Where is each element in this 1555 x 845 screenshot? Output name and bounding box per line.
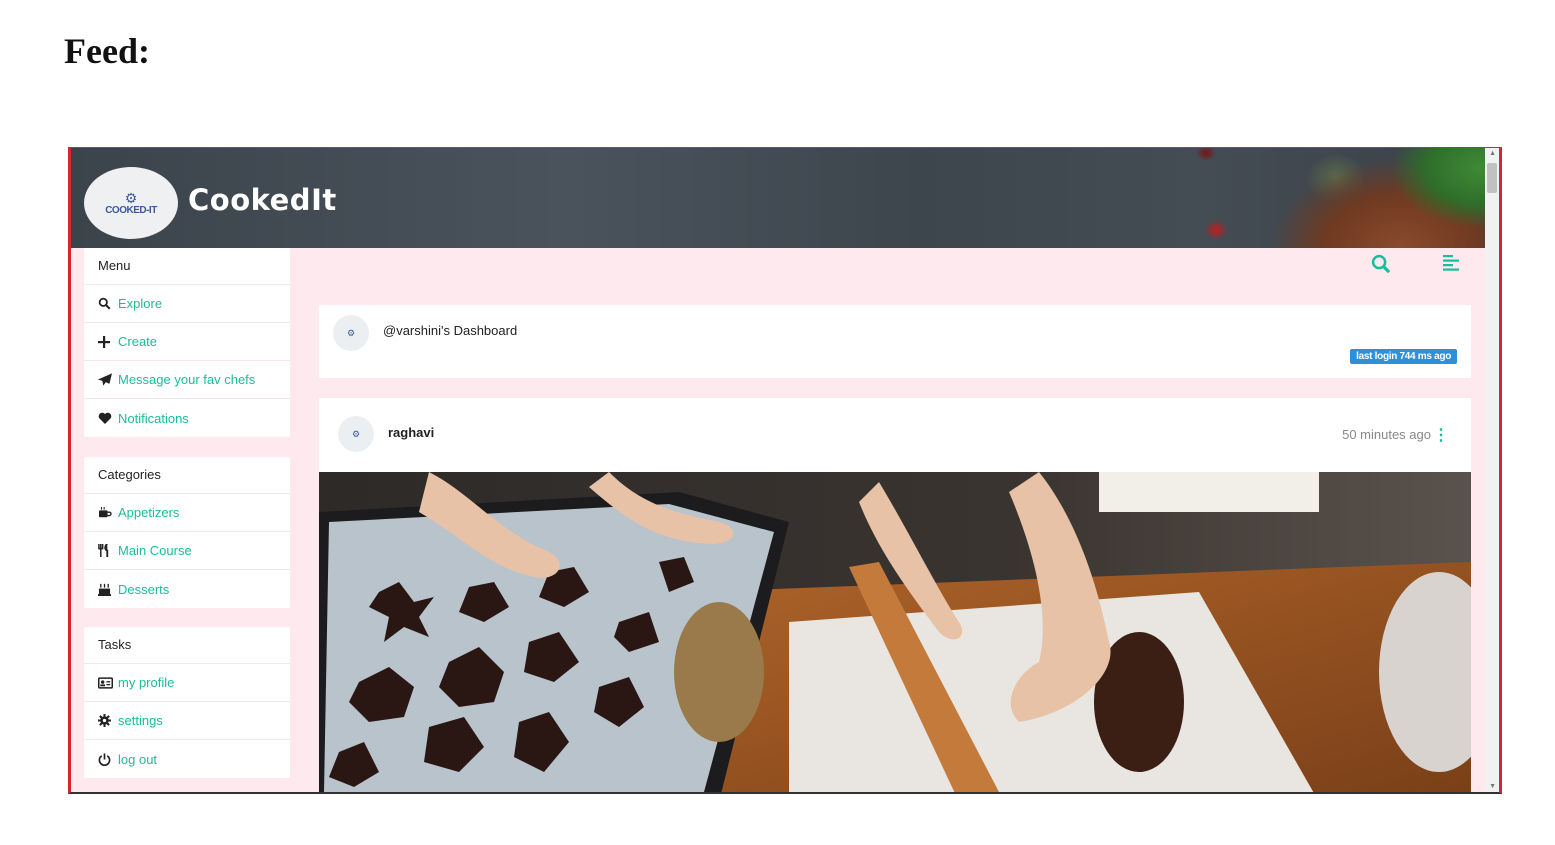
search-icon[interactable] (1371, 254, 1391, 280)
cake-icon (98, 583, 118, 596)
sidebar-categories: Categories Appetizers Main Course Desser… (84, 457, 290, 608)
sidebar-item-label: Create (118, 334, 158, 349)
scroll-thumb[interactable] (1487, 163, 1497, 193)
coffee-cup-icon (98, 506, 118, 519)
avatar[interactable]: ⚙ (333, 315, 369, 351)
sidebar-item-log-out[interactable]: log out (84, 740, 290, 778)
post-username[interactable]: raghavi (388, 425, 434, 440)
sidebar-item-label: settings (118, 713, 163, 728)
sidebar-item-label: my profile (118, 675, 175, 690)
sidebar-item-label: Explore (118, 296, 163, 311)
utensils-icon (98, 544, 118, 557)
sidebar-item-create[interactable]: Create (84, 323, 290, 361)
brand-name: CookedIt (188, 183, 337, 217)
power-icon (98, 752, 118, 766)
dashboard-card: ⚙ @varshini's Dashboard last login 744 m… (319, 305, 1471, 378)
gear-icon (98, 714, 118, 727)
sidebar-item-label: Desserts (118, 581, 170, 597)
sidebar-item-appetizers[interactable]: Appetizers (84, 494, 290, 532)
scroll-up-icon[interactable]: ▲ (1489, 150, 1496, 157)
sidebar-tasks-title: Tasks (84, 627, 290, 664)
chef-icon: ⚙ (124, 189, 138, 206)
sidebar-item-label: Appetizers (118, 505, 180, 520)
document-heading: Feed: (64, 31, 150, 71)
dashboard-title: @varshini's Dashboard (383, 323, 518, 338)
sidebar-categories-title: Categories (84, 457, 290, 494)
avatar[interactable]: ⚙ (338, 416, 374, 452)
sidebar-item-label: log out (118, 751, 158, 767)
post-timestamp: 50 minutes ago (1342, 427, 1431, 442)
id-card-icon (98, 676, 118, 689)
sidebar-tasks: Tasks my profile settings log out (84, 627, 290, 778)
sidebar-item-main-course[interactable]: Main Course (84, 532, 290, 570)
app-logo[interactable]: ⚙ COOKED-IT (84, 167, 178, 239)
status-badge: last login 744 ms ago (1350, 349, 1457, 364)
chef-icon: ⚙ (346, 327, 356, 338)
more-vertical-icon[interactable]: ⋮ (1433, 425, 1449, 445)
plus-icon (98, 335, 118, 348)
sidebar-item-explore[interactable]: Explore (84, 285, 290, 323)
sidebar-item-desserts[interactable]: Desserts (84, 570, 290, 608)
sidebar-item-message[interactable]: Message your fav chefs (84, 361, 290, 399)
sidebar-item-my-profile[interactable]: my profile (84, 664, 290, 702)
app-window: ⚙ COOKED-IT CookedIt ▲ ▼ Menu Explore Cr… (68, 147, 1502, 794)
chef-icon: ⚙ (351, 428, 361, 439)
align-left-icon[interactable] (1443, 254, 1461, 278)
search-icon (98, 297, 118, 310)
scroll-down-icon[interactable]: ▼ (1489, 783, 1496, 790)
sidebar-item-label: Message your fav chefs (118, 372, 256, 387)
sidebar-item-settings[interactable]: settings (84, 702, 290, 740)
post-card: ⚙ raghavi 50 minutes ago ⋮ (319, 398, 1471, 792)
sidebar-menu-title: Menu (84, 248, 290, 285)
sidebar-item-label: Main Course (118, 543, 192, 558)
sidebar-item-notifications[interactable]: Notifications (84, 399, 290, 437)
sidebar-item-label: Notifications (118, 410, 189, 426)
header-banner: ⚙ COOKED-IT CookedIt (71, 148, 1486, 248)
heart-icon (98, 412, 118, 424)
post-image[interactable] (319, 472, 1471, 792)
page-scrollbar[interactable]: ▲ ▼ (1485, 148, 1499, 792)
paper-plane-icon (98, 373, 118, 386)
logo-text: COOKED-IT (105, 204, 157, 216)
sidebar-menu: Menu Explore Create Message your fav che… (84, 248, 290, 437)
